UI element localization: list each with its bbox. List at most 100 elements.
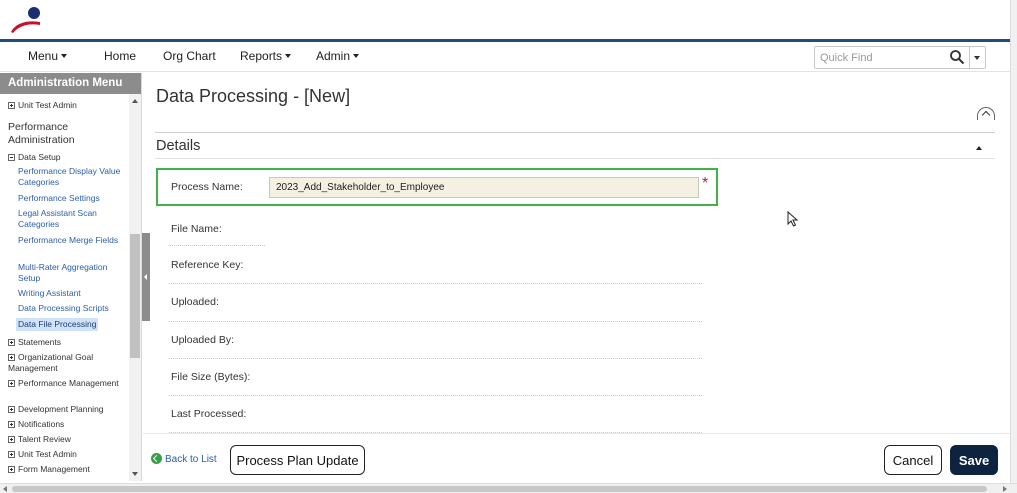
sidebar-header: Administration Menu xyxy=(0,73,141,94)
file-name-label: File Name: xyxy=(171,223,222,235)
page-vertical-scrollbar[interactable] xyxy=(1010,0,1017,483)
chevron-left-icon xyxy=(144,274,147,280)
action-footer: Back to List Process Plan Update Cancel … xyxy=(143,433,1010,481)
quick-find-dropdown[interactable] xyxy=(969,47,986,68)
scroll-to-top-button[interactable] xyxy=(977,107,995,120)
process-name-label: Process Name: xyxy=(171,181,243,193)
back-arrow-icon xyxy=(151,453,162,464)
expand-icon[interactable] xyxy=(8,466,15,473)
last-processed-row: Last Processed: xyxy=(169,396,702,433)
back-to-list-link[interactable]: Back to List xyxy=(151,453,217,465)
expand-icon[interactable] xyxy=(8,421,15,428)
sidebar-item-talent-review[interactable]: Talent Review xyxy=(8,434,126,445)
sidebar-item-unit-test-admin-top[interactable]: Unit Test Admin xyxy=(8,100,126,111)
quick-find-input[interactable] xyxy=(815,47,945,68)
sidebar-item-label: Statements xyxy=(18,337,61,347)
quick-find xyxy=(814,46,986,69)
sidebar-item-label: Notifications xyxy=(18,419,65,429)
sidebar-link-legal-assistant-scan-categories[interactable]: Legal Assistant Scan Categories xyxy=(18,208,126,230)
scroll-left-arrow-icon[interactable] xyxy=(3,486,7,492)
sidebar-item-development-planning[interactable]: Development Planning xyxy=(8,404,126,415)
collapse-section-icon[interactable] xyxy=(976,146,982,150)
scroll-right-arrow-icon[interactable] xyxy=(1003,486,1007,492)
expand-icon[interactable] xyxy=(8,339,15,346)
uploaded-label: Uploaded: xyxy=(171,296,219,308)
sidebar-item-unit-test-admin[interactable]: Unit Test Admin xyxy=(8,449,126,460)
required-indicator: * xyxy=(702,175,709,192)
nav-admin[interactable]: Admin xyxy=(316,49,360,63)
company-logo[interactable] xyxy=(10,6,44,34)
expand-icon[interactable] xyxy=(8,354,15,361)
top-header xyxy=(0,0,1010,42)
sidebar-link-data-processing-scripts[interactable]: Data Processing Scripts xyxy=(18,303,126,314)
chevron-down-icon xyxy=(285,54,292,58)
horizontal-scroll-thumb[interactable] xyxy=(12,486,987,492)
sidebar-item-label: Unit Test Admin xyxy=(18,100,77,110)
sidebar-tree: Unit Test Admin Performance Administrati… xyxy=(0,94,128,481)
scroll-down-arrow-icon[interactable] xyxy=(132,472,138,476)
sidebar-item-statements[interactable]: Statements xyxy=(8,337,126,348)
page-horizontal-scrollbar[interactable] xyxy=(0,483,1017,493)
file-name-row: File Name: xyxy=(169,211,702,249)
sidebar-scrollbar[interactable] xyxy=(129,94,141,481)
nav-home[interactable]: Home xyxy=(104,49,136,63)
sidebar-item-label: Data Setup xyxy=(18,152,61,162)
sidebar-scroll-thumb[interactable] xyxy=(130,234,140,358)
scroll-up-arrow-icon[interactable] xyxy=(132,99,138,103)
chevron-down-icon xyxy=(61,54,68,58)
sidebar-item-label: Performance Management xyxy=(18,378,119,388)
process-name-input[interactable] xyxy=(269,177,699,198)
sidebar-item-label: Form Management xyxy=(18,464,90,474)
nav-reports-label: Reports xyxy=(240,49,283,63)
chevron-down-icon xyxy=(974,56,980,60)
reference-key-row: Reference Key: xyxy=(169,246,702,284)
section-title-details: Details xyxy=(156,138,201,154)
mouse-cursor-icon xyxy=(787,211,799,227)
sidebar-link-performance-settings[interactable]: Performance Settings xyxy=(18,193,126,204)
sidebar-item-performance-management[interactable]: Performance Management xyxy=(8,378,126,389)
sidebar-link-performance-display-value-categories[interactable]: Performance Display Value Categories xyxy=(18,166,126,188)
file-size-row: File Size (Bytes): xyxy=(169,359,702,396)
nav-menu[interactable]: Menu xyxy=(28,49,68,63)
nav-menu-label: Menu xyxy=(28,49,59,63)
uploaded-row: Uploaded: xyxy=(169,284,702,322)
sidebar-item-label: Unit Test Admin xyxy=(18,449,77,459)
sidebar-item-label: Development Planning xyxy=(18,404,104,414)
nav-admin-label: Admin xyxy=(316,49,351,63)
expand-icon[interactable] xyxy=(8,451,15,458)
sidebar-collapse-handle[interactable] xyxy=(142,233,150,321)
cancel-button[interactable]: Cancel xyxy=(884,445,942,475)
section-divider xyxy=(155,158,995,159)
sidebar-link-data-file-processing[interactable]: Data File Processing xyxy=(16,318,99,331)
page-title: Data Processing - [New] xyxy=(156,86,351,106)
sidebar-link-performance-merge-fields[interactable]: Performance Merge Fields xyxy=(18,235,126,246)
back-to-list-label: Back to List xyxy=(165,454,217,465)
sidebar-link-writing-assistant[interactable]: Writing Assistant xyxy=(18,288,126,299)
last-processed-label: Last Processed: xyxy=(171,408,247,420)
nav-org-chart[interactable]: Org Chart xyxy=(163,49,216,63)
sidebar-item-label: Organizational Goal Management xyxy=(8,352,94,373)
reference-key-label: Reference Key: xyxy=(171,259,244,271)
expand-icon[interactable] xyxy=(8,406,15,413)
expand-icon[interactable] xyxy=(8,102,15,109)
collapse-icon[interactable] xyxy=(8,154,15,161)
save-button[interactable]: Save xyxy=(950,445,998,475)
uploaded-by-label: Uploaded By: xyxy=(171,334,235,346)
uploaded-by-row: Uploaded By: xyxy=(169,322,702,359)
nav-reports[interactable]: Reports xyxy=(240,49,292,63)
process-plan-update-button[interactable]: Process Plan Update xyxy=(230,445,365,475)
expand-icon[interactable] xyxy=(8,380,15,387)
file-size-label: File Size (Bytes): xyxy=(171,371,251,383)
sidebar-item-form-management[interactable]: Form Management xyxy=(8,464,126,475)
sidebar-link-multi-rater-aggregation-setup[interactable]: Multi-Rater Aggregation Setup xyxy=(18,262,126,284)
sidebar-item-notifications[interactable]: Notifications xyxy=(8,419,126,430)
sidebar-item-label: Talent Review xyxy=(18,434,71,444)
admin-sidebar: Administration Menu Unit Test Admin Perf… xyxy=(0,73,142,481)
search-icon[interactable] xyxy=(949,49,965,65)
sidebar-item-organizational-goal-management[interactable]: Organizational Goal Management xyxy=(8,352,126,374)
process-name-row: Process Name: * xyxy=(156,168,718,206)
chevron-up-icon xyxy=(981,110,991,120)
sidebar-item-data-setup[interactable]: Data Setup xyxy=(8,152,126,163)
title-divider xyxy=(155,132,995,133)
expand-icon[interactable] xyxy=(8,436,15,443)
